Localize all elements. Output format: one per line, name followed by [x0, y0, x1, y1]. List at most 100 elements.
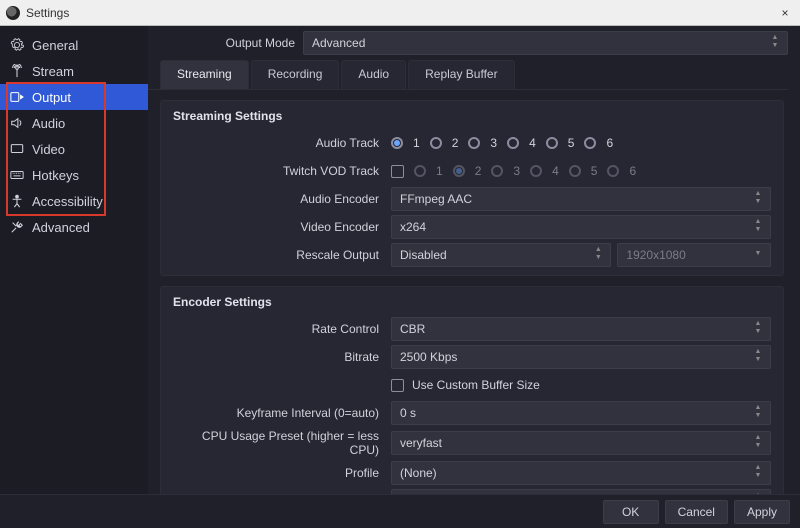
rate-control-select[interactable]: CBR▲▼	[391, 317, 771, 341]
track-label: 1	[413, 136, 420, 150]
audio-track-label: Audio Track	[173, 136, 383, 150]
updown-icon: ▲▼	[750, 320, 766, 336]
sidebar-item-output[interactable]: Output	[0, 84, 148, 110]
sidebar-item-label: General	[32, 38, 78, 53]
tab-label: Replay Buffer	[425, 67, 498, 81]
sidebar-item-video[interactable]: Video	[0, 136, 148, 162]
audio-track-radio-5[interactable]	[546, 137, 558, 149]
bitrate-label: Bitrate	[173, 350, 383, 364]
rescale-label: Rescale Output	[173, 248, 383, 262]
cancel-button[interactable]: Cancel	[665, 500, 728, 524]
vod-track-radio-5[interactable]	[569, 165, 581, 177]
updown-icon: ▲▼	[590, 246, 606, 262]
sidebar-item-accessibility[interactable]: Accessibility	[0, 188, 148, 214]
video-encoder-row: Video Encoder x264▲▼	[161, 213, 783, 241]
track-label: 4	[529, 136, 536, 150]
custom-buffer-row: Use Custom Buffer Size	[161, 371, 783, 399]
main: Output Mode Advanced ▲▼ Streaming Record…	[148, 26, 800, 494]
vod-track-radio-3[interactable]	[491, 165, 503, 177]
rescale-row: Rescale Output Disabled ▲▼ 1920x1080▼	[161, 241, 783, 269]
tab-replay-buffer[interactable]: Replay Buffer	[408, 60, 515, 89]
tab-streaming[interactable]: Streaming	[160, 60, 249, 89]
rescale-select[interactable]: Disabled ▲▼	[391, 243, 611, 267]
vod-track-radio-4[interactable]	[530, 165, 542, 177]
track-label: 2	[452, 136, 459, 150]
custom-buffer-label: Use Custom Buffer Size	[412, 378, 540, 392]
panel-title: Streaming Settings	[161, 101, 783, 129]
antenna-icon	[10, 64, 24, 78]
spinner-icon[interactable]: ▲▼	[750, 348, 766, 364]
video-encoder-select[interactable]: x264▲▼	[391, 215, 771, 239]
bitrate-input[interactable]: 2500 Kbps ▲▼	[391, 345, 771, 369]
sidebar-item-hotkeys[interactable]: Hotkeys	[0, 162, 148, 188]
cpu-preset-row: CPU Usage Preset (higher = less CPU) ver…	[161, 427, 783, 459]
button-label: Apply	[747, 505, 777, 519]
track-label: 3	[490, 136, 497, 150]
audio-track-radio-2[interactable]	[430, 137, 442, 149]
audio-encoder-select[interactable]: FFmpeg AAC▲▼	[391, 187, 771, 211]
gear-icon	[10, 38, 24, 52]
custom-buffer-checkbox[interactable]	[391, 379, 404, 392]
track-label: 2	[475, 164, 482, 178]
sidebar-item-label: Accessibility	[32, 194, 103, 209]
streaming-settings-panel: Streaming Settings Audio Track 1 2 3 4 5…	[160, 100, 784, 276]
updown-icon: ▲▼	[750, 434, 766, 450]
audio-icon	[10, 116, 24, 130]
titlebar: Settings ×	[0, 0, 800, 26]
track-label: 1	[436, 164, 443, 178]
button-bar: OK Cancel Apply	[0, 494, 800, 528]
input-value: 2500 Kbps	[400, 350, 457, 364]
cpu-preset-select[interactable]: veryfast▲▼	[391, 431, 771, 455]
track-label: 5	[568, 136, 575, 150]
audio-track-radio-1[interactable]	[391, 137, 403, 149]
close-icon[interactable]: ×	[776, 6, 794, 20]
select-value: Disabled	[400, 248, 447, 262]
sidebar-item-label: Advanced	[32, 220, 90, 235]
tab-recording[interactable]: Recording	[251, 60, 340, 89]
sidebar-item-advanced[interactable]: Advanced	[0, 214, 148, 240]
vod-track-radio-1[interactable]	[414, 165, 426, 177]
rate-control-row: Rate Control CBR▲▼	[161, 315, 783, 343]
output-mode-row: Output Mode Advanced ▲▼	[148, 26, 800, 56]
app-icon	[6, 6, 20, 20]
keyboard-icon	[10, 168, 24, 182]
tab-audio[interactable]: Audio	[341, 60, 406, 89]
audio-track-group: 1 2 3 4 5 6	[391, 136, 771, 150]
sidebar-item-general[interactable]: General	[0, 32, 148, 58]
audio-track-radio-3[interactable]	[468, 137, 480, 149]
ok-button[interactable]: OK	[603, 500, 659, 524]
output-mode-select[interactable]: Advanced ▲▼	[303, 31, 788, 55]
panel-title: Encoder Settings	[161, 287, 783, 315]
spinner-icon[interactable]: ▲▼	[750, 404, 766, 420]
tune-select[interactable]: (None)▲▼	[391, 489, 771, 494]
apply-button[interactable]: Apply	[734, 500, 790, 524]
output-mode-label: Output Mode	[160, 36, 295, 50]
sidebar-item-audio[interactable]: Audio	[0, 110, 148, 136]
vod-track-radio-2[interactable]	[453, 165, 465, 177]
output-tabs: Streaming Recording Audio Replay Buffer	[148, 60, 788, 90]
track-label: 3	[513, 164, 520, 178]
rate-control-label: Rate Control	[173, 322, 383, 336]
sidebar-item-stream[interactable]: Stream	[0, 58, 148, 84]
button-label: Cancel	[678, 505, 715, 519]
accessibility-icon	[10, 194, 24, 208]
video-icon	[10, 142, 24, 156]
twitch-vod-group: 1 2 3 4 5 6	[391, 164, 771, 178]
keyframe-row: Keyframe Interval (0=auto) 0 s▲▼	[161, 399, 783, 427]
track-label: 6	[606, 136, 613, 150]
twitch-vod-label: Twitch VOD Track	[173, 164, 383, 178]
audio-track-row: Audio Track 1 2 3 4 5 6	[161, 129, 783, 157]
vod-track-radio-6[interactable]	[607, 165, 619, 177]
button-label: OK	[622, 505, 639, 519]
updown-icon: ▲▼	[750, 218, 766, 234]
select-value: FFmpeg AAC	[400, 192, 472, 206]
audio-track-radio-6[interactable]	[584, 137, 596, 149]
twitch-vod-checkbox[interactable]	[391, 165, 404, 178]
settings-scroll[interactable]: Streaming Settings Audio Track 1 2 3 4 5…	[148, 90, 796, 494]
rescale-resolution-select[interactable]: 1920x1080▼	[617, 243, 771, 267]
output-icon	[10, 90, 24, 104]
profile-select[interactable]: (None)▲▼	[391, 461, 771, 485]
chevron-down-icon: ▼	[750, 250, 766, 258]
keyframe-input[interactable]: 0 s▲▼	[391, 401, 771, 425]
audio-track-radio-4[interactable]	[507, 137, 519, 149]
